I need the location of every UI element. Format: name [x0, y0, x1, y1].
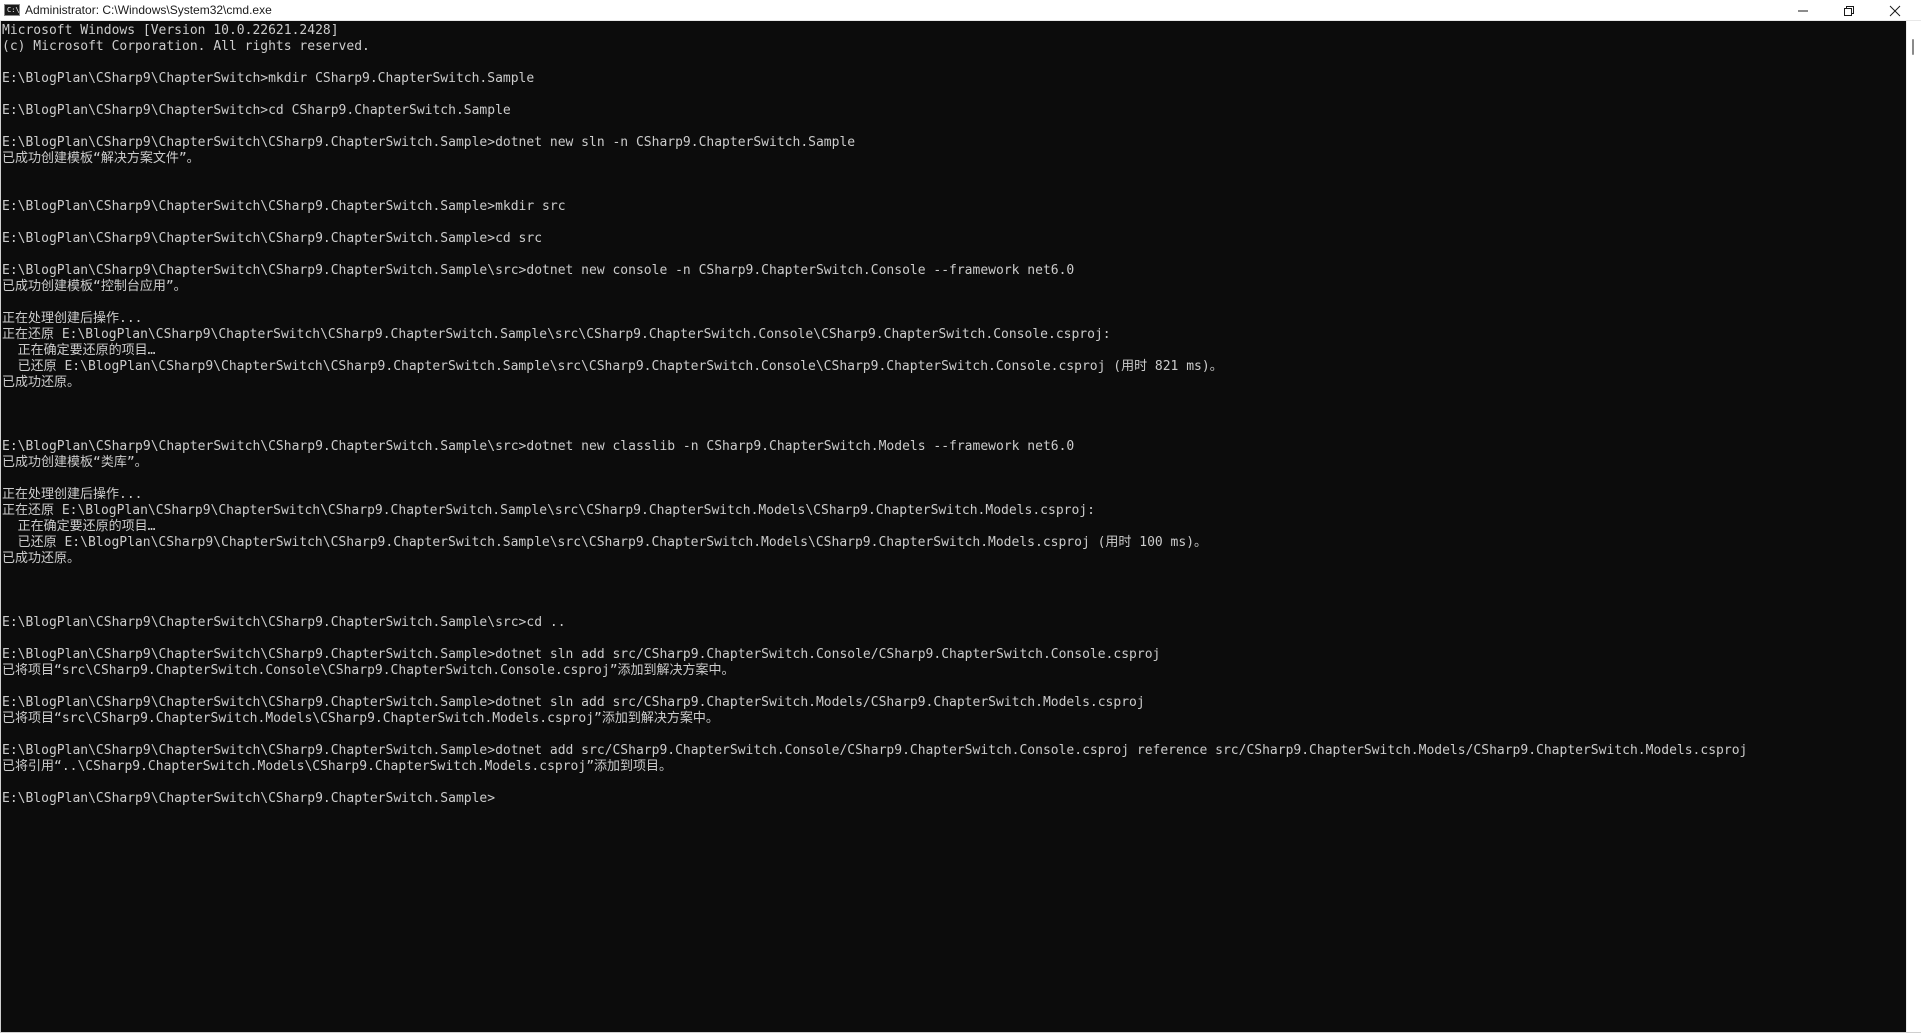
console-line: E:\BlogPlan\CSharp9\ChapterSwitch\CSharp…	[2, 231, 543, 246]
console-line: (c) Microsoft Corporation. All rights re…	[2, 39, 370, 54]
console-line: 已将引用“..\CSharp9.ChapterSwitch.Models\CSh…	[2, 759, 673, 774]
console-line: 正在处理创建后操作...	[2, 311, 143, 326]
console-line: E:\BlogPlan\CSharp9\ChapterSwitch>cd CSh…	[2, 103, 511, 118]
console-line: 已还原 E:\BlogPlan\CSharp9\ChapterSwitch\CS…	[2, 359, 1223, 374]
console-line: E:\BlogPlan\CSharp9\ChapterSwitch\CSharp…	[2, 615, 566, 630]
scrollbar-thumb[interactable]	[1912, 39, 1914, 55]
restore-button[interactable]	[1826, 0, 1872, 21]
restore-icon	[1844, 6, 1854, 16]
console-line: 已成功还原。	[2, 551, 81, 566]
console-line: E:\BlogPlan\CSharp9\ChapterSwitch\CSharp…	[2, 199, 566, 214]
close-button[interactable]	[1872, 0, 1918, 21]
cmd-icon-glyph: C:\	[7, 6, 20, 14]
console-line: E:\BlogPlan\CSharp9\ChapterSwitch>mkdir …	[2, 71, 535, 86]
console-line: Microsoft Windows [Version 10.0.22621.24…	[2, 23, 339, 38]
console-line: 已成功创建模板“解决方案文件”。	[2, 151, 200, 166]
console-line: 正在确定要还原的项目…	[2, 519, 156, 534]
console-line: E:\BlogPlan\CSharp9\ChapterSwitch\CSharp…	[2, 263, 1075, 278]
minimize-button[interactable]	[1780, 0, 1826, 21]
vertical-scrollbar[interactable]	[1906, 21, 1921, 1032]
console-line: 已将项目“src\CSharp9.ChapterSwitch.Models\CS…	[2, 711, 719, 726]
console-line: E:\BlogPlan\CSharp9\ChapterSwitch\CSharp…	[2, 439, 1075, 454]
console-line: E:\BlogPlan\CSharp9\ChapterSwitch\CSharp…	[2, 791, 496, 806]
console-line: E:\BlogPlan\CSharp9\ChapterSwitch\CSharp…	[2, 647, 1161, 662]
console-line: E:\BlogPlan\CSharp9\ChapterSwitch\CSharp…	[2, 695, 1145, 710]
console-line: 已成功创建模板“类库”。	[2, 455, 148, 470]
console-text: Microsoft Windows [Version 10.0.22621.24…	[1, 21, 1906, 807]
title-bar[interactable]: C:\ Administrator: C:\Windows\System32\c…	[0, 0, 1921, 21]
console-line: 已成功还原。	[2, 375, 81, 390]
console-line: 已将项目“src\CSharp9.ChapterSwitch.Console\C…	[2, 663, 735, 678]
close-icon	[1889, 5, 1901, 17]
console-line: 正在还原 E:\BlogPlan\CSharp9\ChapterSwitch\C…	[2, 503, 1095, 518]
console-line: 正在还原 E:\BlogPlan\CSharp9\ChapterSwitch\C…	[2, 327, 1111, 342]
cmd-icon[interactable]: C:\	[4, 4, 20, 16]
console-line: 已还原 E:\BlogPlan\CSharp9\ChapterSwitch\CS…	[2, 535, 1208, 550]
console-line: E:\BlogPlan\CSharp9\ChapterSwitch\CSharp…	[2, 743, 1748, 758]
console-output[interactable]: Microsoft Windows [Version 10.0.22621.24…	[0, 21, 1906, 1032]
window-title: Administrator: C:\Windows\System32\cmd.e…	[25, 3, 272, 17]
console-line: 正在处理创建后操作...	[2, 487, 143, 502]
console-line: 已成功创建模板“控制台应用”。	[2, 279, 187, 294]
console-line: 正在确定要还原的项目…	[2, 343, 156, 358]
console-line: E:\BlogPlan\CSharp9\ChapterSwitch\CSharp…	[2, 135, 856, 150]
minimize-icon	[1798, 10, 1808, 12]
